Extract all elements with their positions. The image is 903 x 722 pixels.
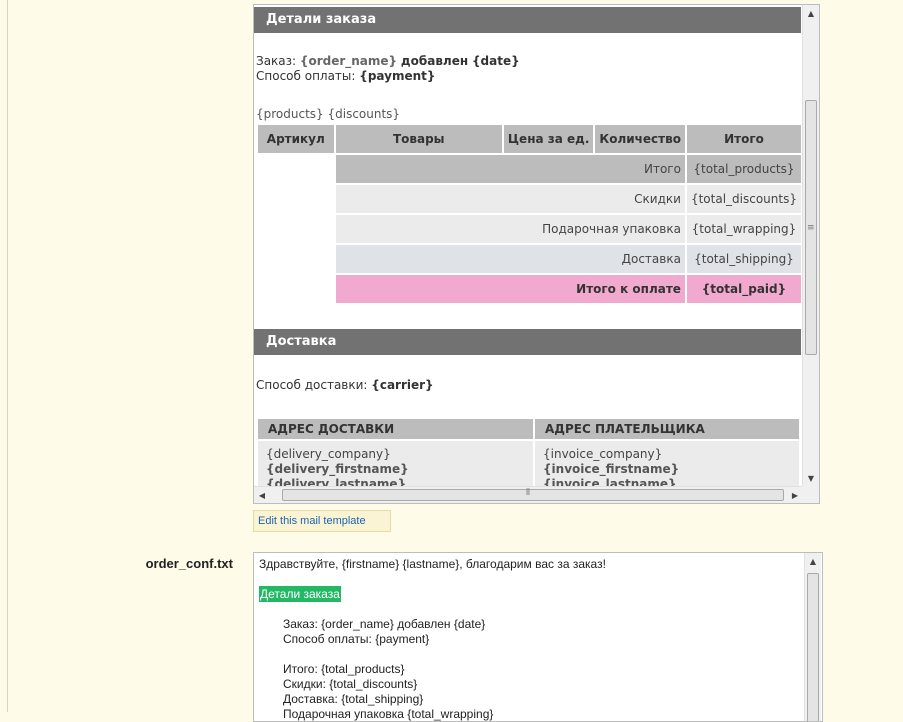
delivery-address-header: АДРЕС ДОСТАВКИ [258, 419, 533, 439]
total-paid-label: Итого к оплате [335, 275, 685, 303]
grip-icon: ≡ [807, 223, 815, 233]
carrier-line: Способ доставки: {carrier} [256, 378, 434, 392]
payment-prefix: Способ оплаты: [256, 69, 356, 83]
scroll-left-icon[interactable]: ◀ [254, 487, 270, 503]
order-name-tag: {order_name} [299, 54, 398, 68]
scrollbar-corner [802, 486, 819, 503]
total-products-label: Итого [335, 155, 685, 183]
txt-wrapping-line: Подарочная упаковка {total_wrapping} [283, 707, 494, 721]
delivery-company: {delivery_company} [266, 447, 391, 461]
invoice-company: {invoice_company} [543, 447, 663, 461]
products-table: Артикул Товары Цена за ед. Количество Ит… [256, 123, 803, 305]
horizontal-scrollbar[interactable]: ◀ ⦀ ▶ [254, 486, 803, 503]
order-details-header: Детали заказа [254, 7, 801, 33]
total-wrapping-label: Подарочная упаковка [335, 215, 685, 243]
scroll-up-icon[interactable]: ▲ [803, 5, 819, 21]
vertical-scroll-thumb[interactable] [807, 573, 819, 721]
table-row: Доставка {total_shipping} [258, 245, 801, 273]
total-shipping-label: Доставка [335, 245, 685, 273]
total-discounts-value: {total_discounts} [686, 185, 801, 213]
invoice-firstname: {invoice_firstname} [543, 462, 680, 476]
page-divider [7, 0, 8, 712]
delivery-address-cell: {delivery_company} {delivery_firstname} … [258, 441, 533, 486]
txt-filename-label: order_conf.txt [145, 556, 233, 571]
txt-order-line: Заказ: {order_name} добавлен {date} [283, 617, 486, 631]
payment-line: Способ оплаты: {payment} [256, 69, 435, 83]
invoice-address-header: АДРЕС ПЛАТЕЛЬЩИКА [535, 419, 799, 439]
table-row: Скидки {total_discounts} [258, 185, 801, 213]
delivery-lastname: {delivery_lastname} [266, 477, 407, 486]
col-sku: Артикул [258, 125, 334, 153]
delivery-firstname: {delivery_firstname} [266, 462, 409, 476]
col-total: Итого [686, 125, 801, 153]
total-products-value: {total_products} [686, 155, 801, 183]
grip-icon: ⦀ [526, 488, 530, 498]
total-discounts-label: Скидки [335, 185, 685, 213]
carrier-tag: {carrier} [371, 378, 434, 392]
date-tag: {date} [471, 54, 520, 68]
scroll-up-icon[interactable]: ▲ [805, 553, 821, 569]
order-line: Заказ: {order_name} добавлен {date} [256, 54, 520, 68]
greeting-line: Здравствуйте, {firstname} {lastname}, бл… [259, 557, 606, 571]
invoice-lastname: {invoice_lastname} [543, 477, 677, 486]
txt-total-line: Итого: {total_products} [283, 662, 405, 676]
txt-template-preview[interactable]: Здравствуйте, {firstname} {lastname}, бл… [253, 552, 823, 722]
added-word: добавлен [400, 54, 469, 68]
order-prefix: Заказ: [256, 54, 297, 68]
products-placeholder: {products} {discounts} [256, 107, 401, 121]
txt-payment-line: Способ оплаты: {payment} [283, 632, 430, 646]
highlighted-header: Детали заказа [259, 586, 341, 602]
table-row: Итого к оплате {total_paid} [258, 275, 801, 303]
table-row: Итого {total_products} [258, 155, 801, 183]
payment-tag: {payment} [359, 69, 436, 83]
carrier-prefix: Способ доставки: [256, 378, 368, 392]
col-products: Товары [335, 125, 502, 153]
txt-discount-line: Скидки: {total_discounts} [283, 677, 418, 691]
col-unit-price: Цена за ед. [503, 125, 594, 153]
horizontal-scroll-thumb[interactable] [282, 489, 784, 501]
edit-template-link[interactable]: Edit this mail template [253, 510, 391, 532]
preview-content: Детали заказа Заказ: {order_name} добавл… [254, 5, 803, 486]
highlighted-header-line: Детали заказа [259, 586, 341, 602]
total-wrapping-value: {total_wrapping} [686, 215, 801, 243]
shipping-header: Доставка [254, 329, 801, 355]
html-template-preview[interactable]: Детали заказа Заказ: {order_name} добавл… [253, 4, 820, 504]
total-paid-value: {total_paid} [686, 275, 801, 303]
txt-shipping-line: Доставка: {total_shipping} [283, 692, 424, 706]
col-quantity: Количество [595, 125, 685, 153]
scroll-down-icon[interactable]: ▼ [803, 470, 819, 486]
total-shipping-value: {total_shipping} [686, 245, 801, 273]
table-row: Подарочная упаковка {total_wrapping} [258, 215, 801, 243]
vertical-scrollbar[interactable]: ▲ ≡ ▼ [802, 5, 819, 486]
vertical-scrollbar[interactable]: ▲ [804, 553, 821, 721]
scroll-right-icon[interactable]: ▶ [787, 487, 803, 503]
invoice-address-cell: {invoice_company} {invoice_firstname} {i… [535, 441, 799, 486]
address-table: АДРЕС ДОСТАВКИ АДРЕС ПЛАТЕЛЬЩИКА {delive… [256, 417, 801, 486]
